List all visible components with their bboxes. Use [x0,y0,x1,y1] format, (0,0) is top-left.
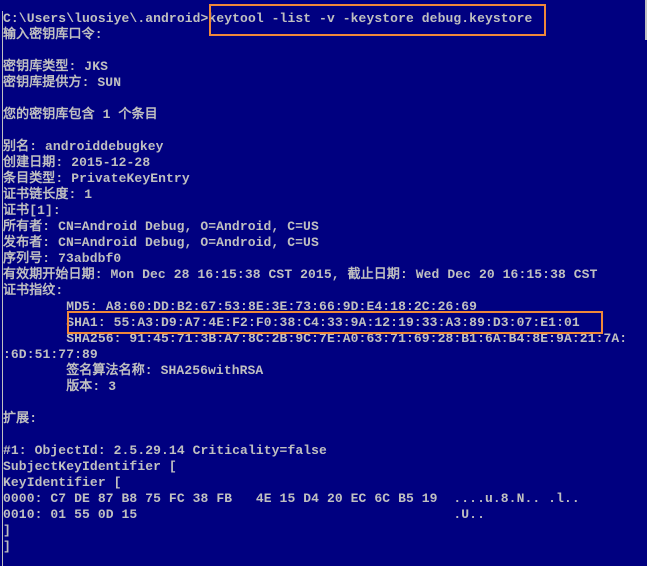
extensions-header: 扩展: [3,411,38,426]
serial-number: 序列号: 73abdbf0 [3,251,122,266]
closing-bracket: ] [3,539,11,554]
extension-objectid: #1: ObjectId: 2.5.29.14 Criticality=fals… [3,443,327,458]
version: 版本: 3 [3,379,117,394]
issuer: 发布者: CN=Android Debug, O=Android, C=US [3,235,319,250]
sha1-highlight-box [67,311,603,334]
keystore-type: 密钥库类型: JKS [3,59,109,74]
key-identifier: KeyIdentifier [ [3,475,122,490]
console-window[interactable]: C:\Users\luosiye\.android>keytool -list … [2,11,647,566]
hex-dump-row: 0010: 01 55 0D 15 .U.. [3,507,485,522]
keystore-provider: 密钥库提供方: SUN [3,75,122,90]
creation-date: 创建日期: 2015-12-28 [3,155,151,170]
entry-type: 条目类型: PrivateKeyEntry [3,171,190,186]
subject-key-identifier: SubjectKeyIdentifier [ [3,459,177,474]
validity: 有效期开始日期: Mon Dec 28 16:15:38 CST 2015, 截… [3,267,598,282]
command-highlight-box [209,4,546,36]
owner: 所有者: CN=Android Debug, O=Android, C=US [3,219,319,234]
closing-bracket: ] [3,523,11,538]
alias: 别名: androiddebugkey [3,139,164,154]
signature-algorithm: 签名算法名称: SHA256withRSA [3,363,264,378]
hex-dump-row: 0000: C7 DE 87 B8 75 FC 38 FB 4E 15 D4 2… [3,491,580,506]
entry-count: 您的密钥库包含 1 个条目 [3,107,158,122]
certificate-index: 证书[1]: [3,203,61,218]
fingerprints-header: 证书指纹: [3,283,64,298]
sha256-fingerprint-cont: :6D:51:77:89 [3,347,98,362]
chain-length: 证书链长度: 1 [3,187,93,202]
